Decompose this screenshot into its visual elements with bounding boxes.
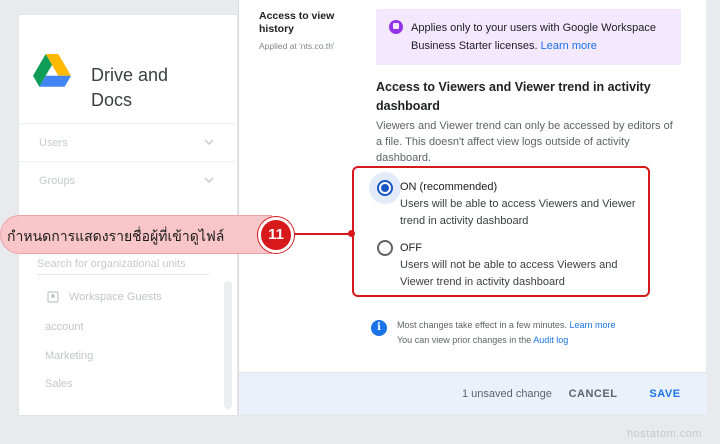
app-header: Drive and Docs <box>19 15 237 123</box>
info-line1: Most changes take effect in a few minute… <box>397 320 567 330</box>
notice-text: Applies only to your users with Google W… <box>411 19 673 55</box>
learn-more-link[interactable]: Learn more <box>569 320 615 330</box>
section-title: Access to Viewers and Viewer trend in ac… <box>376 80 651 113</box>
audit-log-link[interactable]: Audit log <box>533 335 568 345</box>
org-unit-item[interactable]: Marketing <box>45 350 93 362</box>
learn-more-link[interactable]: Learn more <box>541 40 597 52</box>
annotation-connector-dot <box>348 230 355 237</box>
org-unit-search-input[interactable]: Search for organizational units <box>37 253 209 275</box>
license-notice: Applies only to your users with Google W… <box>376 9 681 65</box>
chevron-down-icon <box>204 177 214 184</box>
info-icon: i <box>371 320 387 336</box>
annotation-callout: กำหนดการแสดงรายชื่อผู้ที่เข้าดูไฟล์ <box>0 215 272 254</box>
sidebar-item-workspace-guests[interactable]: Workspace Guests <box>47 291 162 303</box>
annotation-highlight-box <box>352 166 650 297</box>
annotation-connector <box>295 233 351 235</box>
sidebar-row-label: Users <box>39 136 68 149</box>
sidebar-scrollbar[interactable] <box>224 281 232 409</box>
notice-message: Applies only to your users with Google W… <box>411 22 656 52</box>
annotation-text: กำหนดการแสดงรายชื่อผู้ที่เข้าดูไฟล์ <box>7 228 225 244</box>
app-title: Drive and Docs <box>91 65 169 110</box>
flag-icon <box>389 20 403 34</box>
sidebar-row-label: Groups <box>39 174 76 187</box>
sidebar-row-users[interactable]: Users <box>19 123 239 161</box>
dialog-footer: 1 unsaved change CANCEL SAVE <box>239 372 707 414</box>
org-unit-item[interactable]: Sales <box>45 378 73 390</box>
chevron-down-icon <box>204 139 214 146</box>
info-line2: You can view prior changes in the <box>397 335 532 345</box>
setting-name: Access to view history <box>259 10 335 35</box>
section-description: Viewers and Viewer trend can only be acc… <box>376 120 673 164</box>
info-text: Most changes take effect in a few minute… <box>397 318 687 348</box>
save-button[interactable]: SAVE <box>643 382 687 406</box>
google-drive-icon <box>33 53 71 87</box>
cancel-button[interactable]: CANCEL <box>565 382 621 406</box>
step-badge: 11 <box>258 217 294 253</box>
settings-panel: Access to view history Applied at 'nts.c… <box>238 0 707 414</box>
guest-icon <box>47 291 59 303</box>
watermark: hostatom.com <box>627 428 703 440</box>
sidebar-row-groups[interactable]: Groups <box>19 161 239 199</box>
sidebar-item-label: Workspace Guests <box>69 291 162 303</box>
org-unit-item[interactable]: account <box>45 321 84 333</box>
unsaved-change-count: 1 unsaved change <box>462 388 552 400</box>
setting-applied-at: Applied at 'nts.co.th' <box>259 41 335 51</box>
